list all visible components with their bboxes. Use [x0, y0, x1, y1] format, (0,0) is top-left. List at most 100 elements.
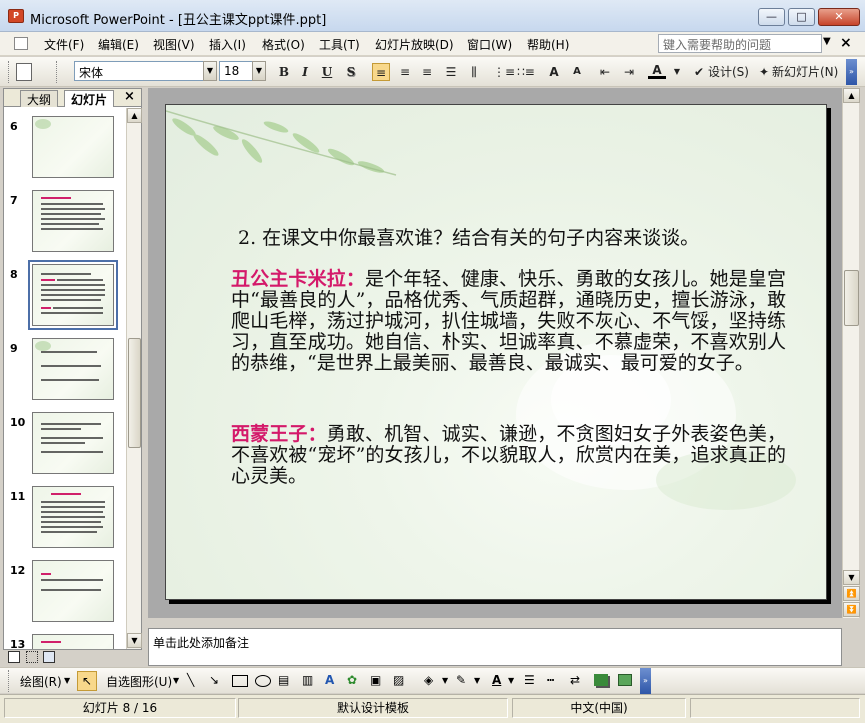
scroll-up-icon[interactable]: ▲ — [127, 108, 142, 123]
align-center-button[interactable]: ≡ — [396, 63, 414, 81]
document-menu-icon[interactable] — [14, 37, 28, 50]
text-direction-icon[interactable]: ⫼ — [465, 63, 483, 81]
textbox-tool-icon[interactable]: ▤ — [278, 673, 289, 687]
increase-indent-icon[interactable]: ⇥ — [620, 63, 638, 81]
distribute-icon[interactable]: ☰ — [442, 63, 460, 81]
powerpoint-app-icon[interactable]: P — [8, 9, 24, 23]
panel-close-icon[interactable]: × — [124, 89, 135, 104]
new-slide-icon[interactable]: ✦ — [755, 63, 773, 81]
line-tool-icon[interactable]: ╲ — [187, 673, 194, 687]
slide-thumbnail-selected[interactable] — [28, 260, 118, 330]
normal-view-icon[interactable] — [8, 651, 20, 663]
vertical-textbox-icon[interactable]: ▥ — [302, 673, 313, 687]
toolbar-grip[interactable] — [56, 61, 59, 83]
scroll-thumb[interactable] — [844, 270, 859, 326]
menu-slideshow[interactable]: 幻灯片放映(D) — [375, 36, 454, 53]
scroll-up-icon[interactable]: ▲ — [843, 88, 860, 103]
slide-sorter-view-icon[interactable] — [25, 651, 38, 663]
slide-thumbnail[interactable] — [32, 486, 114, 548]
3d-style-icon[interactable] — [618, 674, 632, 686]
slide-paragraph-camilla[interactable]: 丑公主卡米拉：是个年轻、健康、快乐、勇敢的女孩儿。她是皇宫中“最善良的人”，品格… — [231, 269, 786, 374]
bold-button[interactable]: B — [275, 63, 293, 81]
slide-paragraph-simon[interactable]: 西蒙王子：勇敢、机智、诚实、谦逊，不贪图妇女子外表姿色美，不喜欢被“宠坏”的女孩… — [231, 424, 786, 487]
decrease-indent-icon[interactable]: ⇤ — [596, 63, 614, 81]
menu-tools[interactable]: 工具(T) — [319, 36, 360, 53]
font-color-button[interactable]: A — [648, 63, 666, 79]
underline-button[interactable]: U — [318, 63, 336, 81]
shadow-button[interactable]: S — [342, 63, 360, 81]
tab-slides[interactable]: 幻灯片 — [64, 90, 115, 107]
close-button[interactable]: ✕ — [818, 8, 860, 26]
design-button[interactable]: 设计(S) — [708, 63, 749, 81]
slide-thumbnail[interactable] — [32, 412, 114, 474]
font-name-dropdown-icon[interactable]: ▼ — [203, 61, 217, 81]
slides-panel-scrollbar[interactable]: ▲ ▼ — [126, 108, 142, 649]
toolbar-grip[interactable] — [8, 670, 11, 692]
shrink-font-button[interactable]: A — [568, 63, 586, 81]
slide-thumbnail[interactable] — [32, 116, 114, 178]
italic-button[interactable]: I — [296, 63, 314, 81]
line-color-dropdown-icon[interactable]: ▼ — [474, 676, 480, 685]
slide-thumbnail[interactable] — [32, 338, 114, 400]
shadow-style-icon[interactable] — [594, 674, 608, 686]
new-slide-button[interactable]: 新幻灯片(N) — [772, 63, 838, 81]
toolbar-options-icon[interactable]: » — [640, 668, 651, 694]
bullets-icon[interactable]: ∷≡ — [517, 63, 535, 81]
slide-thumbnail[interactable] — [32, 634, 114, 649]
slide-thumbnail[interactable] — [32, 190, 114, 252]
align-left-button[interactable]: ≡ — [372, 63, 390, 81]
document-close-icon[interactable]: × — [840, 35, 852, 51]
new-document-icon[interactable] — [16, 63, 32, 81]
toolbar-grip[interactable] — [8, 61, 11, 83]
arrow-tool-icon[interactable]: ↘ — [209, 673, 219, 687]
slide-question-text[interactable]: 2. 在课文中你最喜欢谁？结合有关的句子内容来谈谈。 — [238, 223, 699, 250]
fill-dropdown-icon[interactable]: ▼ — [442, 676, 448, 685]
clipart-icon[interactable]: ▣ — [370, 673, 381, 687]
scroll-down-icon[interactable]: ▼ — [843, 570, 860, 585]
minimize-button[interactable]: — — [758, 8, 785, 26]
help-dropdown-arrow-icon[interactable]: ▼ — [823, 36, 831, 47]
menu-window[interactable]: 窗口(W) — [467, 36, 512, 53]
align-right-button[interactable]: ≡ — [418, 63, 436, 81]
fill-color-icon[interactable]: ◈ — [424, 673, 433, 687]
font-color-dropdown-icon[interactable]: ▼ — [508, 676, 514, 685]
select-objects-icon[interactable]: ↖ — [77, 671, 97, 691]
draw-menu-button[interactable]: 绘图(R) — [20, 673, 62, 690]
line-color-icon[interactable]: ✎ — [456, 673, 466, 687]
menu-format[interactable]: 格式(O) — [262, 36, 305, 53]
font-name-select[interactable]: 宋体 — [74, 61, 204, 81]
scroll-down-icon[interactable]: ▼ — [127, 633, 142, 648]
draw-dropdown-icon[interactable]: ▼ — [64, 676, 70, 685]
dash-style-icon[interactable]: ┅ — [547, 673, 554, 687]
slideshow-view-icon[interactable] — [43, 651, 55, 663]
arrow-style-icon[interactable]: ⇄ — [570, 673, 580, 687]
line-style-icon[interactable]: ☰ — [524, 673, 535, 687]
status-design-template[interactable]: 默认设计模板 — [238, 698, 508, 718]
menu-insert[interactable]: 插入(I) — [209, 36, 246, 53]
font-color-dropdown-icon[interactable]: ▼ — [668, 63, 686, 81]
font-size-dropdown-icon[interactable]: ▼ — [252, 61, 266, 81]
menu-edit[interactable]: 编辑(E) — [98, 36, 139, 53]
slide-thumbnail[interactable] — [32, 560, 114, 622]
maximize-button[interactable]: □ — [788, 8, 815, 26]
help-search-input[interactable]: 键入需要帮助的问题 — [658, 34, 822, 53]
slide-scrollbar[interactable]: ▲ ▼ ⏫ ⏬ — [842, 88, 860, 618]
diagram-icon[interactable]: ✿ — [347, 673, 357, 687]
next-slide-icon[interactable]: ⏬ — [843, 602, 860, 617]
notes-pane[interactable]: 单击此处添加备注 — [148, 628, 842, 666]
autoshapes-dropdown-icon[interactable]: ▼ — [173, 676, 179, 685]
grow-font-button[interactable]: A — [545, 63, 563, 81]
rectangle-tool-icon[interactable] — [232, 675, 248, 687]
toolbar-options-icon[interactable]: » — [846, 59, 857, 85]
numbering-icon[interactable]: ⋮≡ — [493, 63, 515, 81]
tab-outline[interactable]: 大纲 — [20, 90, 59, 107]
current-slide[interactable]: 2. 在课文中你最喜欢谁？结合有关的句子内容来谈谈。 丑公主卡米拉：是个年轻、健… — [165, 104, 827, 600]
font-size-select[interactable]: 18 — [219, 61, 253, 81]
scroll-thumb[interactable] — [128, 338, 141, 448]
insert-picture-icon[interactable]: ▨ — [393, 673, 404, 687]
font-color-icon[interactable]: A — [492, 673, 501, 687]
design-icon[interactable]: ✔ — [690, 63, 708, 81]
previous-slide-icon[interactable]: ⏫ — [843, 586, 860, 601]
wordart-icon[interactable]: A — [325, 673, 334, 687]
menu-view[interactable]: 视图(V) — [153, 36, 195, 53]
